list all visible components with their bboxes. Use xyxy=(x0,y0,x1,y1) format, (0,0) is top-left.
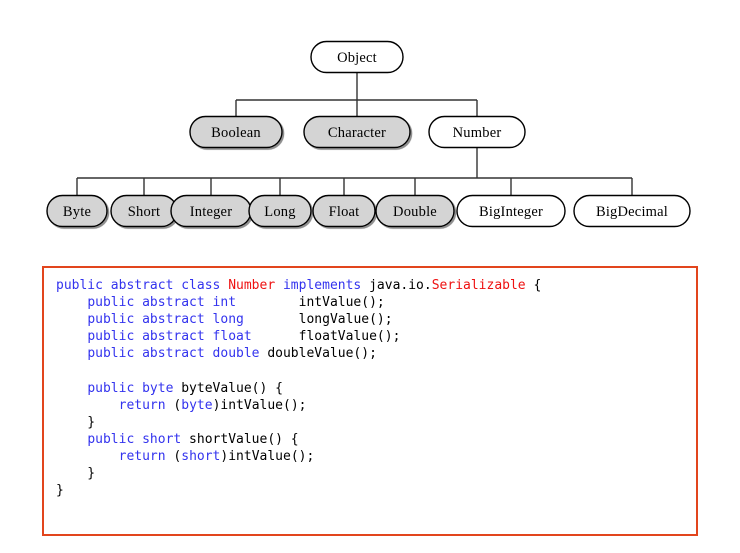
code-token-pln: ( xyxy=(165,448,182,464)
code-token-pln: } xyxy=(56,483,64,499)
code-token-cls: Serializable xyxy=(431,278,526,293)
code-line: public abstract long longValue(); xyxy=(56,312,393,328)
code-token-pln: doubleValue(); xyxy=(259,346,377,362)
code-token-pln xyxy=(56,312,87,327)
code-token-kw: return xyxy=(118,448,166,464)
code-token-pln xyxy=(252,329,283,344)
class-node-boolean: Boolean xyxy=(189,115,283,149)
code-token-pln: } xyxy=(56,414,96,430)
code-token-pln xyxy=(236,295,267,310)
code-token-pln xyxy=(56,346,87,361)
code-token-pln xyxy=(56,295,87,310)
code-line: public abstract double doubleValue(); xyxy=(56,346,377,361)
code-token-kw: public byte xyxy=(87,380,174,396)
code-token-kw: public short xyxy=(87,431,182,447)
code-token-kw: return xyxy=(118,397,166,413)
code-token-pln xyxy=(275,278,283,293)
node-label: Float xyxy=(329,204,360,220)
code-line: public byte byteValue() { xyxy=(56,381,283,396)
class-node-integer: Integer xyxy=(170,194,252,228)
code-token-kw: public abstract int xyxy=(87,295,237,311)
code-token-pln: java.io. xyxy=(361,278,432,293)
code-token-pln xyxy=(56,449,119,464)
class-node-short: Short xyxy=(110,194,178,228)
class-node-float: Float xyxy=(312,194,376,228)
code-line: } xyxy=(56,483,64,498)
code-token-pln: } xyxy=(56,466,96,482)
class-node-long: Long xyxy=(248,194,312,228)
node-label: Boolean xyxy=(211,125,261,141)
code-line: } xyxy=(56,415,95,430)
code-line: public abstract class Number implements … xyxy=(56,278,541,293)
class-hierarchy-diagram: Object Boolean Character Number Byte Short Int… xyxy=(0,0,740,245)
code-line: } xyxy=(56,466,95,481)
code-token-kw: public abstract long xyxy=(87,312,244,328)
code-token-cls: Number xyxy=(228,278,276,293)
code-token-pln: ( xyxy=(165,397,182,413)
node-label: Number xyxy=(453,125,502,141)
code-token-pln xyxy=(56,381,87,396)
node-label: Double xyxy=(393,204,437,220)
code-line: return (short)intValue(); xyxy=(56,448,315,464)
code-line: public short shortValue() { xyxy=(56,431,299,447)
node-label: Character xyxy=(328,125,386,141)
node-label: Long xyxy=(264,204,295,220)
code-token-pln: )intValue(); xyxy=(220,448,315,464)
class-node-double: Double xyxy=(375,194,455,228)
node-label: BigInteger xyxy=(479,204,543,220)
code-token-pln xyxy=(244,312,275,327)
class-node-object: Object xyxy=(310,40,404,74)
code-token-pln: )intValue(); xyxy=(212,397,307,413)
code-token-kw: public abstract float xyxy=(87,329,252,345)
node-label: Integer xyxy=(190,204,232,220)
node-label: Short xyxy=(128,204,160,220)
code-listing-box: public abstract class Number implements … xyxy=(42,266,698,536)
code-token-pln: intValue(); xyxy=(267,295,385,311)
code-token-pln: longValue(); xyxy=(275,312,393,328)
code-token-pln: { xyxy=(525,278,542,293)
code-token-pln xyxy=(56,432,87,447)
node-label: BigDecimal xyxy=(596,204,668,220)
tree-nodes: Object Boolean Character Number Byte Short Int… xyxy=(46,40,691,228)
code-token-kw: byte xyxy=(181,397,213,413)
code-token-pln xyxy=(56,329,87,344)
class-node-number: Number xyxy=(428,115,526,149)
class-node-bigdecimal: BigDecimal xyxy=(573,194,691,228)
code-line: public abstract float floatValue(); xyxy=(56,329,400,344)
class-node-biginteger: BigInteger xyxy=(456,194,566,228)
code-line: return (byte)intValue(); xyxy=(56,397,307,413)
code-token-kw: public abstract double xyxy=(87,346,260,362)
code-token-pln: floatValue(); xyxy=(283,329,401,345)
code-token-pln: byteValue() { xyxy=(173,380,283,396)
node-label: Byte xyxy=(63,204,91,220)
code-token-pln xyxy=(56,398,119,413)
code-line: public abstract int intValue(); xyxy=(56,295,385,311)
code-token-pln: shortValue() { xyxy=(181,431,299,447)
class-node-character: Character xyxy=(303,115,411,149)
code-token-kw: implements xyxy=(282,278,362,293)
node-label: Object xyxy=(337,50,377,66)
java-source-code: public abstract class Number implements … xyxy=(44,268,696,499)
class-node-byte: Byte xyxy=(46,194,108,228)
code-token-kw: short xyxy=(181,448,221,464)
hierarchy-svg: Object Boolean Character Number Byte Short Int… xyxy=(46,40,691,228)
code-token-kw: public abstract class xyxy=(56,278,229,293)
